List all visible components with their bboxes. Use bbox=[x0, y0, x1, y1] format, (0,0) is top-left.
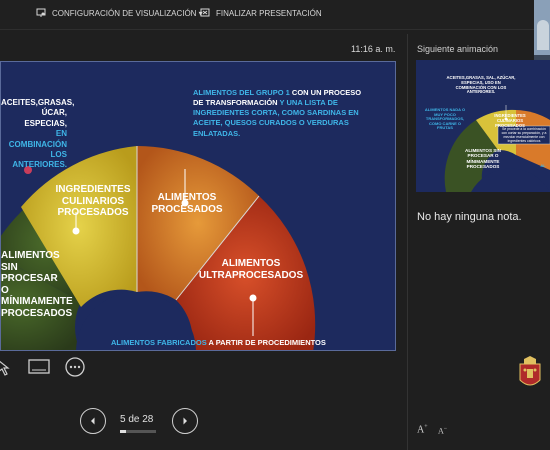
thumbnail-text-left: ALIMENTOS NADA O MUY POCO TRANSFORMADOS,… bbox=[424, 107, 466, 131]
speaker-notes[interactable]: No hay ninguna nota. bbox=[417, 211, 522, 223]
chevron-left-icon bbox=[91, 417, 95, 425]
end-presentation-button[interactable]: FINALIZAR PRESENTACIÓN bbox=[200, 8, 322, 18]
thumbnail-text-top: ACEITES,GRASAS, SAL, AZÚCAR, ESPECIAS, U… bbox=[446, 75, 516, 95]
label-procesados: ALIMENTOS PROCESADOS bbox=[151, 192, 223, 215]
chevron-right-icon bbox=[183, 417, 187, 425]
thumbnail-text-sin: ALIMENTOS SIN PROCESAR O MÍNIMAMENTE PRO… bbox=[465, 148, 501, 169]
display-settings-label: CONFIGURACIÓN DE VISUALIZACIÓN ▾ bbox=[52, 8, 203, 18]
label-ingredientes: INGREDIENTES CULINARIOS PROCESADOS bbox=[55, 184, 131, 218]
pointer-icon[interactable] bbox=[0, 358, 14, 376]
end-presentation-icon bbox=[200, 8, 210, 17]
thumbnail-text-right: AL bbox=[540, 163, 546, 168]
slide-progress-fill bbox=[120, 430, 127, 433]
increase-font-button[interactable]: A+ bbox=[417, 424, 428, 435]
connector-dot bbox=[249, 294, 257, 302]
presenter-toolbar: CONFIGURACIÓN DE VISUALIZACIÓN ▾ FINALIZ… bbox=[0, 0, 550, 30]
more-options-icon[interactable] bbox=[65, 357, 85, 377]
previous-slide-button[interactable] bbox=[80, 408, 106, 434]
thumbnail-text-box: Se procede a la combinación con cortar s… bbox=[501, 127, 547, 143]
label-ultraprocesados: ALIMENTOS ULTRAPROCESADOS bbox=[198, 258, 304, 281]
clock: 11:16 a. m. bbox=[351, 44, 396, 54]
pane-divider[interactable] bbox=[407, 34, 408, 450]
end-presentation-label: FINALIZAR PRESENTACIÓN bbox=[216, 8, 322, 18]
current-slide[interactable]: ACEITES,GRASAS, ÚCAR, ESPECIAS, EN COMBI… bbox=[0, 61, 396, 351]
next-slide-button[interactable] bbox=[172, 408, 198, 434]
connector-dot bbox=[72, 227, 80, 235]
display-settings-button[interactable]: CONFIGURACIÓN DE VISUALIZACIÓN ▾ bbox=[36, 8, 203, 18]
screen-icon[interactable] bbox=[28, 358, 50, 376]
university-crest-logo bbox=[519, 356, 541, 386]
next-slide-thumbnail[interactable]: ACEITES,GRASAS, SAL, AZÚCAR, ESPECIAS, U… bbox=[416, 60, 550, 192]
label-sin-procesar: ALIMENTOS SIN PROCESAR O MÍNIMAMENTE PRO… bbox=[1, 250, 73, 319]
slide-counter[interactable]: 5 de 28 bbox=[120, 414, 153, 425]
next-animation-label: Siguiente animación bbox=[417, 44, 499, 54]
slide-text-top-left: ACEITES,GRASAS, ÚCAR, ESPECIAS, EN COMBI… bbox=[1, 98, 75, 170]
slide-progress-bar bbox=[120, 430, 156, 433]
slide-text-top-right: ALIMENTOS DEL GRUPO 1 CON UN PROCESO DE … bbox=[193, 88, 362, 138]
decrease-font-button[interactable]: A− bbox=[438, 426, 447, 436]
slide-text-bottom: ALIMENTOS FABRICADOS A PARTIR DE PROCEDI… bbox=[111, 338, 326, 347]
display-settings-icon bbox=[36, 8, 46, 17]
